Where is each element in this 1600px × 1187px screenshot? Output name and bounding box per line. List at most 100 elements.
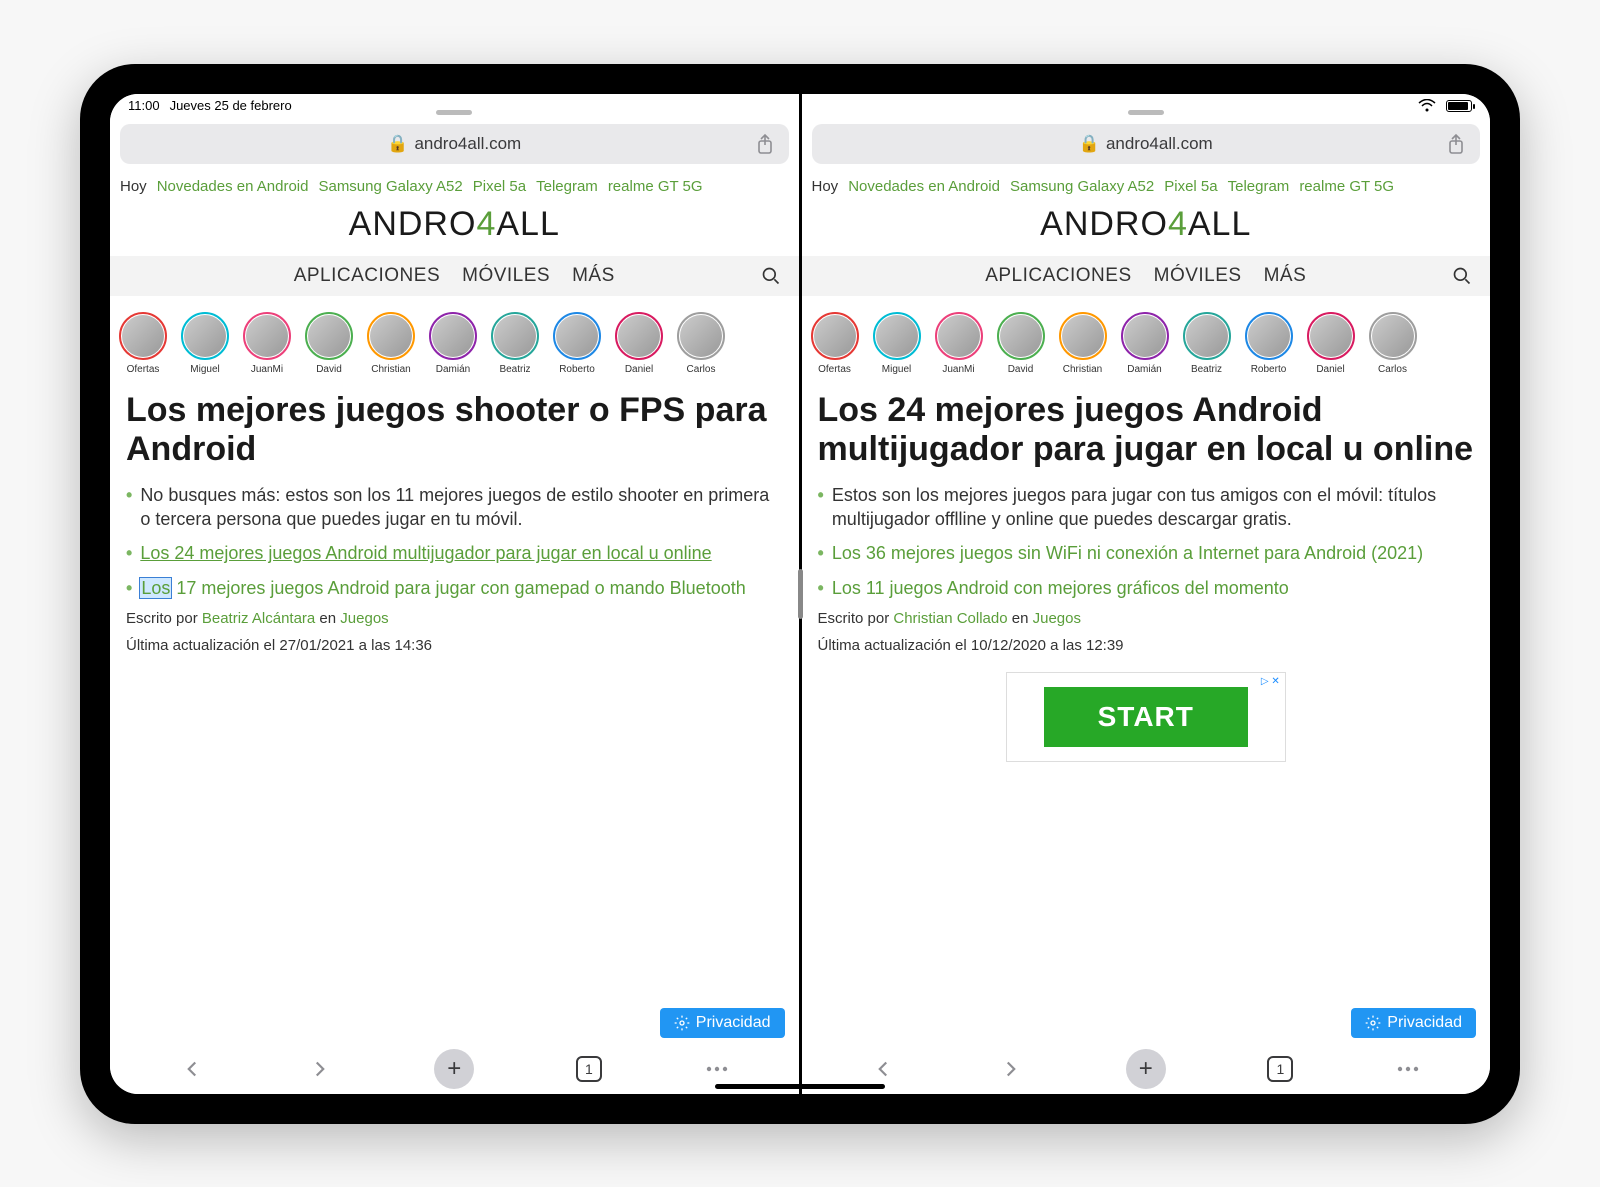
site-logo[interactable]: ANDRO4ALL bbox=[802, 201, 1491, 256]
ad-unit[interactable]: ▷ ✕ START bbox=[1006, 672, 1286, 762]
multitask-grabber-icon[interactable] bbox=[436, 110, 472, 115]
nav-item[interactable]: APLICACIONES bbox=[294, 265, 440, 287]
trending-link[interactable]: Novedades en Android bbox=[157, 178, 309, 195]
bullet-item[interactable]: •Los 36 mejores juegos sin WiFi ni conex… bbox=[818, 541, 1475, 565]
updated-text: Última actualización el 10/12/2020 a las… bbox=[818, 637, 1475, 654]
new-tab-button[interactable]: + bbox=[1126, 1049, 1166, 1089]
story-item[interactable]: Christian bbox=[1056, 312, 1110, 375]
story-label: Carlos bbox=[674, 364, 728, 375]
url-bar[interactable]: 🔒 andro4all.com bbox=[120, 124, 789, 164]
split-handle-icon[interactable] bbox=[798, 569, 803, 619]
wifi-icon bbox=[1418, 99, 1436, 113]
screen: 11:00 Jueves 25 de febrero 🔒 andro4all.c… bbox=[110, 94, 1490, 1094]
text-selection[interactable]: Los bbox=[140, 578, 171, 598]
trending-link[interactable]: realme GT 5G bbox=[608, 178, 703, 195]
trending-link[interactable]: Pixel 5a bbox=[473, 178, 526, 195]
lock-icon: 🔒 bbox=[1079, 134, 1100, 154]
privacy-button[interactable]: Privacidad bbox=[1351, 1008, 1476, 1038]
trending-link[interactable]: Novedades en Android bbox=[848, 178, 1000, 195]
multitask-grabber-icon[interactable] bbox=[1128, 110, 1164, 115]
story-item[interactable]: Carlos bbox=[1366, 312, 1420, 375]
back-icon[interactable] bbox=[179, 1056, 205, 1082]
author-link[interactable]: Christian Collado bbox=[893, 610, 1007, 627]
nav-item[interactable]: APLICACIONES bbox=[985, 265, 1131, 287]
back-icon[interactable] bbox=[870, 1056, 896, 1082]
story-item[interactable]: Miguel bbox=[178, 312, 232, 375]
trending-link[interactable]: Samsung Galaxy A52 bbox=[318, 178, 462, 195]
story-item[interactable]: Roberto bbox=[550, 312, 604, 375]
bullet-text[interactable]: Los 24 mejores juegos Android multijugad… bbox=[140, 541, 711, 565]
search-icon[interactable] bbox=[1452, 266, 1472, 286]
privacy-button[interactable]: Privacidad bbox=[660, 1008, 785, 1038]
story-label: Beatriz bbox=[1180, 364, 1234, 375]
more-icon[interactable] bbox=[704, 1064, 730, 1074]
tabs-button[interactable]: 1 bbox=[1267, 1056, 1293, 1082]
story-item[interactable]: David bbox=[302, 312, 356, 375]
bullet-dot-icon: • bbox=[126, 576, 132, 600]
nav-item[interactable]: MÓVILES bbox=[462, 265, 550, 287]
nav-item[interactable]: MÁS bbox=[572, 265, 615, 287]
url-bar[interactable]: 🔒 andro4all.com bbox=[812, 124, 1481, 164]
story-item[interactable]: JuanMi bbox=[240, 312, 294, 375]
tabs-button[interactable]: 1 bbox=[576, 1056, 602, 1082]
story-item[interactable]: Ofertas bbox=[116, 312, 170, 375]
trending-link[interactable]: realme GT 5G bbox=[1299, 178, 1394, 195]
stories-row[interactable]: OfertasMiguel JuanMi DavidChristian Damián B… bbox=[110, 296, 799, 385]
trending-link[interactable]: Pixel 5a bbox=[1164, 178, 1217, 195]
updated-text: Última actualización el 27/01/2021 a las… bbox=[126, 637, 783, 654]
left-pane: 11:00 Jueves 25 de febrero 🔒 andro4all.c… bbox=[110, 94, 799, 1094]
stories-row[interactable]: Ofertas Miguel JuanMi David Christian Damián B… bbox=[802, 296, 1491, 385]
story-item[interactable]: Daniel bbox=[1304, 312, 1358, 375]
story-item[interactable]: Damián bbox=[426, 312, 480, 375]
home-indicator[interactable] bbox=[715, 1084, 885, 1089]
category-link[interactable]: Juegos bbox=[1033, 610, 1081, 627]
article-headline: Los 24 mejores juegos Android multijugad… bbox=[818, 391, 1475, 469]
forward-icon[interactable] bbox=[998, 1056, 1024, 1082]
adchoices-icon[interactable]: ▷ ✕ bbox=[1261, 676, 1280, 687]
site-logo[interactable]: ANDRO4ALL bbox=[110, 201, 799, 256]
forward-icon[interactable] bbox=[307, 1056, 333, 1082]
category-link[interactable]: Juegos bbox=[340, 610, 388, 627]
story-label: Christian bbox=[1056, 364, 1110, 375]
story-item[interactable]: JuanMi bbox=[932, 312, 986, 375]
more-icon[interactable] bbox=[1395, 1064, 1421, 1074]
story-item[interactable]: Beatriz bbox=[488, 312, 542, 375]
trending-link[interactable]: Samsung Galaxy A52 bbox=[1010, 178, 1154, 195]
story-label: Miguel bbox=[870, 364, 924, 375]
status-date: Jueves 25 de febrero bbox=[170, 98, 292, 113]
story-item[interactable]: Roberto bbox=[1242, 312, 1296, 375]
bullet-item: •Estos son los mejores juegos para jugar… bbox=[818, 483, 1475, 532]
share-icon[interactable] bbox=[755, 133, 775, 155]
trending-link[interactable]: Telegram bbox=[1228, 178, 1290, 195]
bullet-item[interactable]: •Los 11 juegos Android con mejores gráfi… bbox=[818, 576, 1475, 600]
story-item[interactable]: Damián bbox=[1118, 312, 1172, 375]
trending-label: Hoy bbox=[812, 178, 839, 195]
story-label: JuanMi bbox=[932, 364, 986, 375]
share-icon[interactable] bbox=[1446, 133, 1466, 155]
url-domain: andro4all.com bbox=[414, 134, 521, 154]
story-item[interactable]: Ofertas bbox=[808, 312, 862, 375]
bullet-text[interactable]: Los 11 juegos Android con mejores gráfic… bbox=[832, 576, 1289, 600]
author-link[interactable]: Beatriz Alcántara bbox=[202, 610, 315, 627]
nav-item[interactable]: MÁS bbox=[1264, 265, 1307, 287]
bullet-item[interactable]: • Los 17 mejores juegos Android para juga… bbox=[126, 576, 783, 600]
story-item[interactable]: Carlos bbox=[674, 312, 728, 375]
story-item[interactable]: Christian bbox=[364, 312, 418, 375]
ad-cta-button[interactable]: START bbox=[1044, 687, 1248, 747]
story-item[interactable]: Miguel bbox=[870, 312, 924, 375]
right-pane: 🔒 andro4all.com Hoy Novedades en Android… bbox=[802, 94, 1491, 1094]
search-icon[interactable] bbox=[761, 266, 781, 286]
bullet-item[interactable]: •Los 24 mejores juegos Android multijuga… bbox=[126, 541, 783, 565]
story-item[interactable]: Beatriz bbox=[1180, 312, 1234, 375]
story-label: Carlos bbox=[1366, 364, 1420, 375]
bullet-text[interactable]: Los 36 mejores juegos sin WiFi ni conexi… bbox=[832, 541, 1423, 565]
new-tab-button[interactable]: + bbox=[434, 1049, 474, 1089]
bullet-text[interactable]: Los 17 mejores juegos Android para jugar… bbox=[140, 576, 745, 600]
story-item[interactable]: Daniel bbox=[612, 312, 666, 375]
trending-link[interactable]: Telegram bbox=[536, 178, 598, 195]
story-label: Damián bbox=[426, 364, 480, 375]
story-item[interactable]: David bbox=[994, 312, 1048, 375]
site-nav: APLICACIONES MÓVILES MÁS bbox=[110, 256, 799, 296]
nav-item[interactable]: MÓVILES bbox=[1154, 265, 1242, 287]
story-label: JuanMi bbox=[240, 364, 294, 375]
